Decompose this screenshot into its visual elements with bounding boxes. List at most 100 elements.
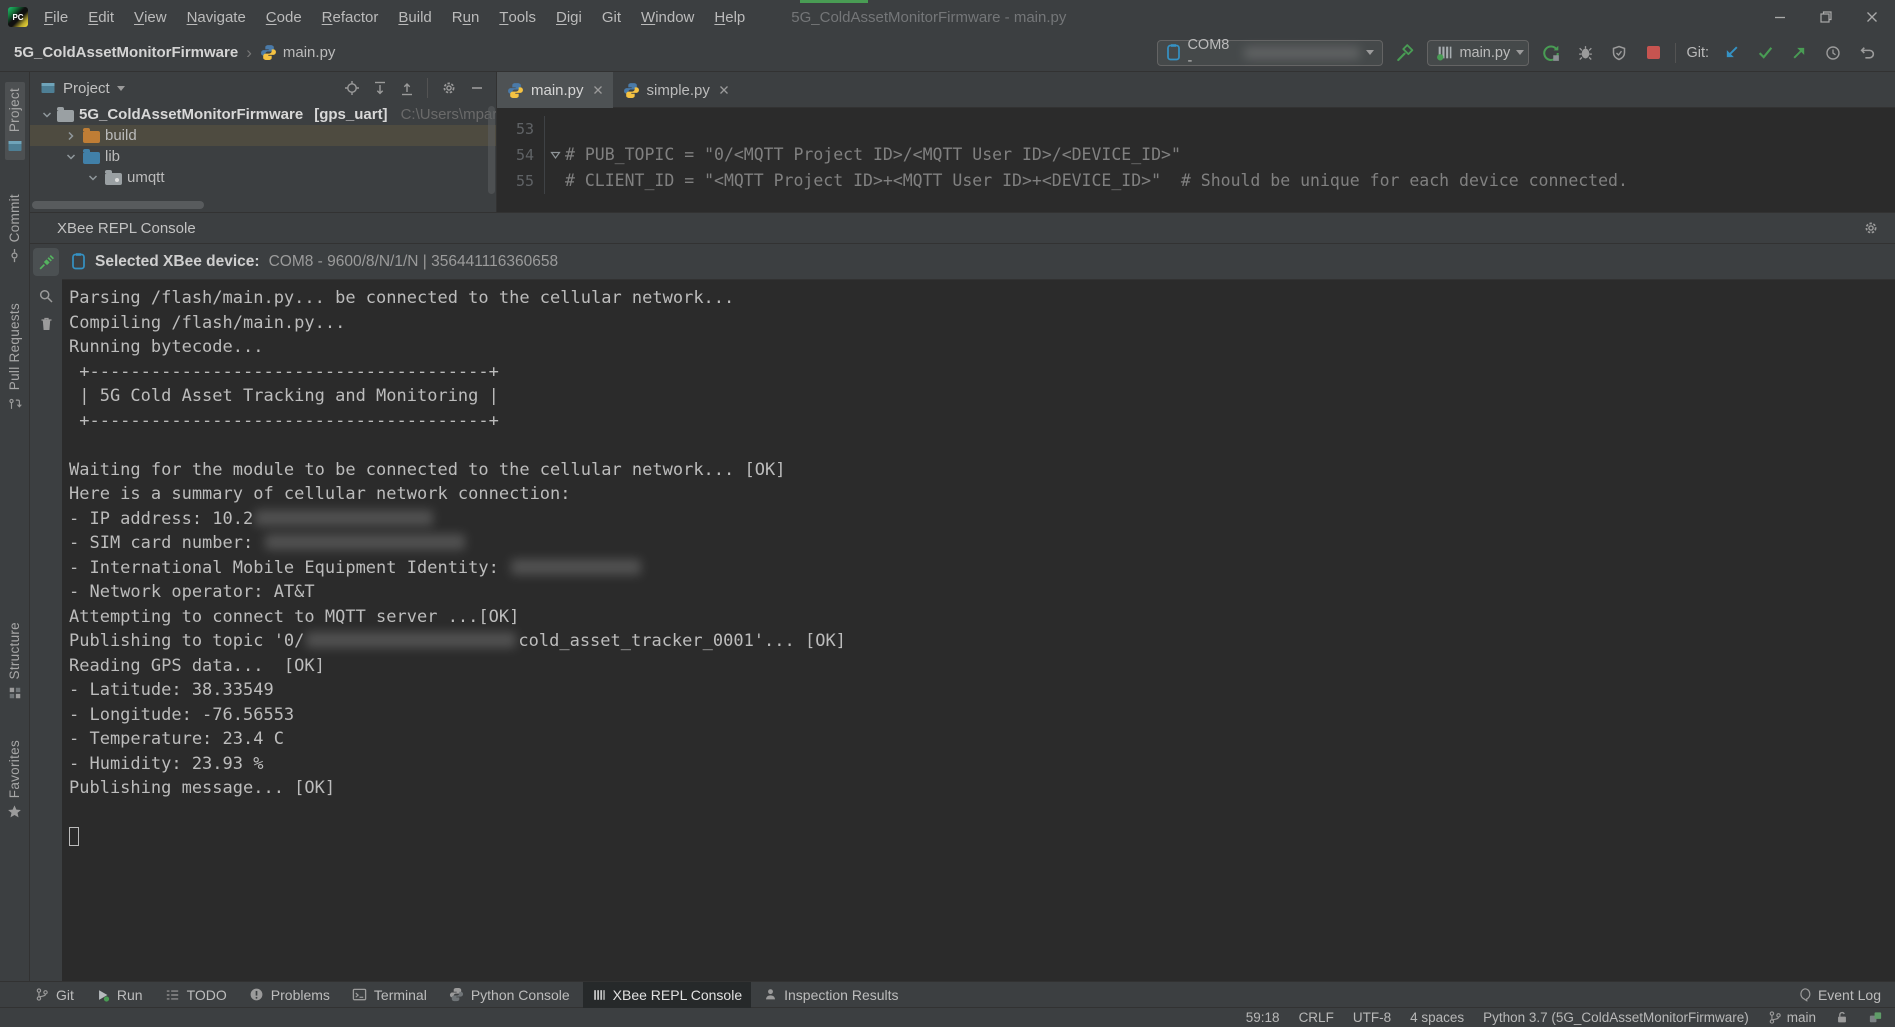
menu-code[interactable]: Code bbox=[256, 0, 312, 34]
horizontal-scrollbar[interactable] bbox=[32, 201, 204, 209]
close-icon[interactable] bbox=[719, 85, 729, 95]
tool-window-tab-run[interactable]: Run bbox=[87, 982, 152, 1008]
editor-tab-simple-py[interactable]: simple.py bbox=[613, 72, 739, 108]
menu-view[interactable]: View bbox=[124, 0, 177, 34]
console-text: Publishing message... [OK] bbox=[69, 778, 335, 798]
header-separator bbox=[427, 78, 428, 98]
close-button[interactable] bbox=[1849, 0, 1895, 34]
search-icon[interactable] bbox=[38, 288, 54, 304]
editor-tab-main-py[interactable]: main.py bbox=[497, 72, 613, 108]
chevron-down-icon[interactable] bbox=[64, 152, 78, 162]
vertical-scrollbar[interactable] bbox=[488, 106, 495, 194]
stripe-tab-pull-requests[interactable]: Pull Requests bbox=[5, 297, 24, 417]
push-button[interactable] bbox=[1787, 41, 1811, 65]
menu-refactor[interactable]: Refactor bbox=[312, 0, 389, 34]
history-button[interactable] bbox=[1821, 41, 1845, 65]
python-interpreter[interactable]: Python 3.7 (5G_ColdAssetMonitorFirmware) bbox=[1483, 1010, 1749, 1025]
menu-build[interactable]: Build bbox=[388, 0, 441, 34]
code-line-55[interactable]: 55# CLIENT_ID = "<MQTT Project ID>+<MQTT… bbox=[497, 168, 1895, 194]
stripe-tab-project[interactable]: Project bbox=[5, 82, 25, 160]
python-file-icon bbox=[507, 82, 524, 99]
restore-button[interactable] bbox=[1803, 0, 1849, 34]
clear-console-icon[interactable] bbox=[39, 316, 54, 332]
chevron-down-icon[interactable] bbox=[86, 173, 100, 183]
menu-git[interactable]: Git bbox=[592, 0, 631, 34]
debug-button[interactable] bbox=[1573, 41, 1597, 65]
code-line-53[interactable]: 53 bbox=[497, 116, 1895, 142]
stripe-tab-commit[interactable]: Commit bbox=[5, 188, 24, 269]
menu-edit[interactable]: Edit bbox=[78, 0, 124, 34]
gear-icon[interactable] bbox=[441, 80, 457, 96]
git-branch-icon bbox=[35, 987, 49, 1002]
tree-item-build[interactable]: build bbox=[30, 125, 496, 146]
breadcrumb-project[interactable]: 5G_ColdAssetMonitorFirmware bbox=[14, 44, 238, 61]
git-branch-widget[interactable]: main bbox=[1768, 1010, 1816, 1025]
editor-area: main.pysimple.py 5354# PUB_TOPIC = "0/<M… bbox=[497, 72, 1895, 212]
run-configuration-selector[interactable]: main.py bbox=[1427, 40, 1529, 66]
redacted-text bbox=[255, 510, 433, 526]
rerun-button[interactable] bbox=[1539, 41, 1563, 65]
tree-item-suffix: [gps_uart] bbox=[314, 106, 387, 123]
terminal-icon bbox=[352, 987, 367, 1002]
console-line: Running bytecode... bbox=[69, 335, 1895, 360]
tool-window-tab-problems[interactable]: Problems bbox=[240, 982, 339, 1008]
menu-help[interactable]: Help bbox=[704, 0, 755, 34]
tree-item-umqtt[interactable]: umqtt bbox=[30, 167, 496, 188]
menu-file[interactable]: File bbox=[34, 0, 78, 34]
chevron-down-icon bbox=[1516, 50, 1524, 55]
menu-navigate[interactable]: Navigate bbox=[177, 0, 256, 34]
chevron-down-icon[interactable] bbox=[117, 86, 125, 91]
project-panel-title[interactable]: Project bbox=[63, 80, 110, 97]
chevron-down-icon[interactable] bbox=[42, 110, 52, 120]
xbee-device-selector[interactable]: COM8 - bbox=[1157, 40, 1383, 66]
disconnect-button[interactable] bbox=[33, 248, 59, 276]
menu-digi[interactable]: Digi bbox=[546, 0, 592, 34]
gear-icon[interactable] bbox=[1863, 220, 1879, 236]
console-text: | 5G Cold Asset Tracking and Monitoring … bbox=[69, 386, 499, 406]
tool-window-tab-git[interactable]: Git bbox=[26, 982, 83, 1008]
locate-file-icon[interactable] bbox=[344, 80, 360, 96]
tree-item-lib[interactable]: lib bbox=[30, 146, 496, 167]
indent-setting[interactable]: 4 spaces bbox=[1410, 1010, 1464, 1025]
caret-position[interactable]: 59:18 bbox=[1246, 1010, 1280, 1025]
chevron-right-icon[interactable] bbox=[64, 131, 78, 141]
stripe-tab-structure[interactable]: Structure bbox=[5, 616, 24, 705]
update-arrow-icon bbox=[1723, 44, 1740, 61]
collapse-all-icon[interactable] bbox=[400, 81, 414, 96]
tool-window-tab-terminal[interactable]: Terminal bbox=[343, 982, 436, 1008]
close-icon[interactable] bbox=[593, 85, 603, 95]
stripe-tab-favorites[interactable]: Favorites bbox=[5, 734, 24, 825]
tool-window-tab-label: Inspection Results bbox=[784, 987, 898, 1003]
menu-window[interactable]: Window bbox=[631, 0, 704, 34]
unlock-icon[interactable] bbox=[1835, 1010, 1849, 1025]
highlighting-level-icon[interactable] bbox=[1868, 1010, 1883, 1025]
commit-button[interactable] bbox=[1753, 41, 1777, 65]
console-text: - Latitude: 38.33549 bbox=[69, 680, 274, 700]
tool-window-tab-python-console[interactable]: Python Console bbox=[440, 982, 579, 1008]
console-output[interactable]: Parsing /flash/main.py... be connected t… bbox=[62, 280, 1895, 981]
menu-tools[interactable]: Tools bbox=[489, 0, 546, 34]
build-button[interactable] bbox=[1393, 41, 1417, 65]
hide-panel-icon[interactable] bbox=[470, 81, 484, 95]
fold-marker-icon[interactable] bbox=[545, 150, 565, 160]
code-line-54[interactable]: 54# PUB_TOPIC = "0/<MQTT Project ID>/<MQ… bbox=[497, 142, 1895, 168]
tool-window-tab-todo[interactable]: TODO bbox=[156, 982, 236, 1008]
rollback-button[interactable] bbox=[1855, 41, 1879, 65]
menu-run[interactable]: Run bbox=[442, 0, 490, 34]
minimize-button[interactable] bbox=[1757, 0, 1803, 34]
tree-item-5g_coldassetmonitorfirmware[interactable]: 5G_ColdAssetMonitorFirmware[gps_uart]C:\… bbox=[30, 104, 496, 125]
code-editor[interactable]: 5354# PUB_TOPIC = "0/<MQTT Project ID>/<… bbox=[497, 108, 1895, 212]
stop-button[interactable] bbox=[1641, 41, 1665, 65]
console-text: Here is a summary of cellular network co… bbox=[69, 484, 571, 504]
update-project-button[interactable] bbox=[1719, 41, 1743, 65]
file-encoding[interactable]: UTF-8 bbox=[1353, 1010, 1391, 1025]
tool-window-tab-inspection-results[interactable]: Inspection Results bbox=[755, 982, 907, 1008]
xbee-device-icon bbox=[1166, 44, 1181, 61]
line-separator[interactable]: CRLF bbox=[1299, 1010, 1334, 1025]
coverage-button[interactable] bbox=[1607, 41, 1631, 65]
left-tool-window-stripe: Project Commit Pull Requests Structure Favo… bbox=[0, 72, 30, 981]
event-log-button[interactable]: Event Log bbox=[1798, 987, 1881, 1003]
tool-window-tab-xbee-repl-console[interactable]: XBee REPL Console bbox=[583, 982, 751, 1008]
breadcrumb-file[interactable]: main.py bbox=[283, 44, 336, 61]
expand-all-icon[interactable] bbox=[373, 81, 387, 96]
